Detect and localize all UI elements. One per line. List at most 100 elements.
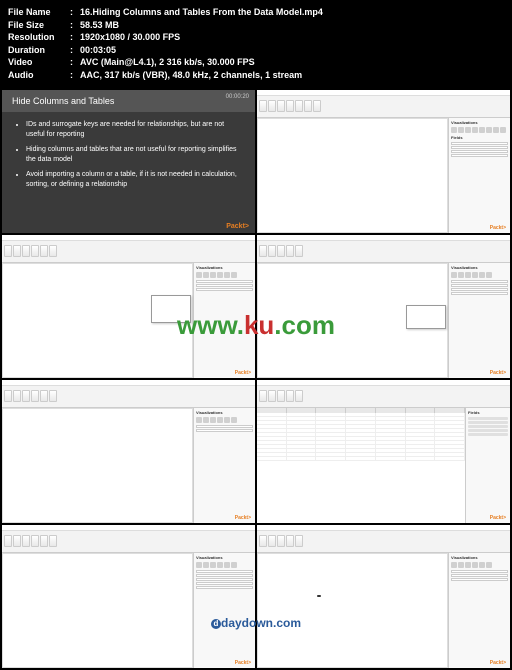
side-panel: Visualizations Fields <box>448 118 510 233</box>
ribbon-button <box>31 245 39 257</box>
viz-icon <box>472 562 478 568</box>
report-canvas <box>257 118 448 233</box>
field-item <box>196 578 253 581</box>
ribbon-button <box>277 390 285 402</box>
brand-logo: Packt> <box>490 370 506 376</box>
fields-panel-title: Fields <box>451 135 508 140</box>
viz-icon <box>203 272 209 278</box>
ribbon-button <box>286 535 294 547</box>
viz-icon <box>486 562 492 568</box>
app-ribbon <box>2 386 255 408</box>
thumbnail-app: Visualizations Pack <box>257 235 510 378</box>
ribbon-button <box>277 245 285 257</box>
duration-value: 00:03:05 <box>80 44 116 57</box>
ribbon-button <box>22 535 30 547</box>
ribbon-button <box>259 535 267 547</box>
slide-bullet: Avoid importing a column or a table, if … <box>26 170 241 191</box>
slide-title: Hide Columns and Tables <box>12 96 114 106</box>
filename-label: File Name <box>8 6 70 19</box>
viz-icon <box>465 562 471 568</box>
ribbon-button <box>268 245 276 257</box>
field-item <box>468 417 508 420</box>
viz-icon <box>479 562 485 568</box>
viz-icon <box>500 127 506 133</box>
side-panel: Visualizations <box>193 263 255 378</box>
ribbon-button <box>295 100 303 112</box>
viz-icon <box>217 417 223 423</box>
slide-bullet: IDs and surrogate keys are needed for re… <box>26 120 241 141</box>
ribbon-button <box>277 100 285 112</box>
filesize-value: 58.53 MB <box>80 19 119 32</box>
tooltip <box>317 595 321 597</box>
side-panel: Visualizations <box>448 553 510 668</box>
field-item <box>196 570 253 573</box>
field-item <box>451 578 508 581</box>
app-ribbon <box>257 386 510 408</box>
app-ribbon <box>257 531 510 553</box>
ribbon-button <box>268 535 276 547</box>
viz-icon <box>479 272 485 278</box>
field-item <box>451 570 508 573</box>
viz-icon <box>231 417 237 423</box>
ribbon-button <box>4 390 12 402</box>
resolution-value: 1920x1080 / 30.000 FPS <box>80 31 180 44</box>
duration-label: Duration <box>8 44 70 57</box>
field-item <box>468 429 508 432</box>
viz-icon <box>472 127 478 133</box>
filename-value: 16.Hiding Columns and Tables From the Da… <box>80 6 323 19</box>
field-item <box>196 574 253 577</box>
viz-panel-title: Visualizations <box>451 265 508 270</box>
context-menu-item <box>152 317 190 321</box>
ribbon-button <box>40 245 48 257</box>
thumbnail-app: Visualizations Fields Packt> <box>257 90 510 233</box>
ribbon-button <box>40 390 48 402</box>
fields-panel-title: Fields <box>468 410 508 415</box>
field-item <box>196 425 253 428</box>
field-item <box>196 280 253 283</box>
viz-icon <box>196 562 202 568</box>
viz-panel-title: Visualizations <box>451 120 508 125</box>
thumbnail-grid: Hide Columns and Tables 00:00:20 IDs and… <box>0 88 512 670</box>
viz-icon <box>210 272 216 278</box>
thumbnail-app-datagrid: Fields Packt> <box>257 380 510 523</box>
field-item <box>451 146 508 149</box>
ribbon-button <box>295 245 303 257</box>
ribbon-button <box>40 535 48 547</box>
field-item <box>451 280 508 283</box>
field-item <box>196 284 253 287</box>
viz-icon <box>224 562 230 568</box>
report-canvas <box>2 553 193 668</box>
ribbon-button <box>13 390 21 402</box>
video-label: Video <box>8 56 70 69</box>
field-item <box>196 288 253 291</box>
brand-logo: Packt> <box>490 225 506 231</box>
side-panel: Visualizations <box>448 263 510 378</box>
viz-icon <box>224 272 230 278</box>
thumbnail-app: Visualizations Packt> <box>2 235 255 378</box>
viz-icon <box>479 127 485 133</box>
ribbon-button <box>268 100 276 112</box>
slide-timestamp: 00:00:20 <box>226 94 249 100</box>
video-value: AVC (Main@L4.1), 2 316 kb/s, 30.000 FPS <box>80 56 255 69</box>
ribbon-button <box>286 245 294 257</box>
viz-icon <box>451 562 457 568</box>
ribbon-button <box>13 535 21 547</box>
field-item <box>468 433 508 436</box>
data-grid <box>257 408 465 523</box>
viz-icon <box>217 272 223 278</box>
ribbon-button <box>31 535 39 547</box>
side-panel: Visualizations <box>193 408 255 523</box>
field-item <box>451 292 508 295</box>
brand-logo: Packt> <box>235 515 251 521</box>
app-ribbon <box>257 96 510 118</box>
brand-logo: Packt> <box>490 660 506 666</box>
viz-icon <box>196 417 202 423</box>
viz-panel-title: Visualizations <box>196 265 253 270</box>
field-item <box>196 429 253 432</box>
field-item <box>468 425 508 428</box>
filesize-label: File Size <box>8 19 70 32</box>
resolution-label: Resolution <box>8 31 70 44</box>
viz-icon <box>451 127 457 133</box>
thumbnail-slide: Hide Columns and Tables 00:00:20 IDs and… <box>2 90 255 233</box>
media-metadata: File Name : 16.Hiding Columns and Tables… <box>0 0 512 88</box>
